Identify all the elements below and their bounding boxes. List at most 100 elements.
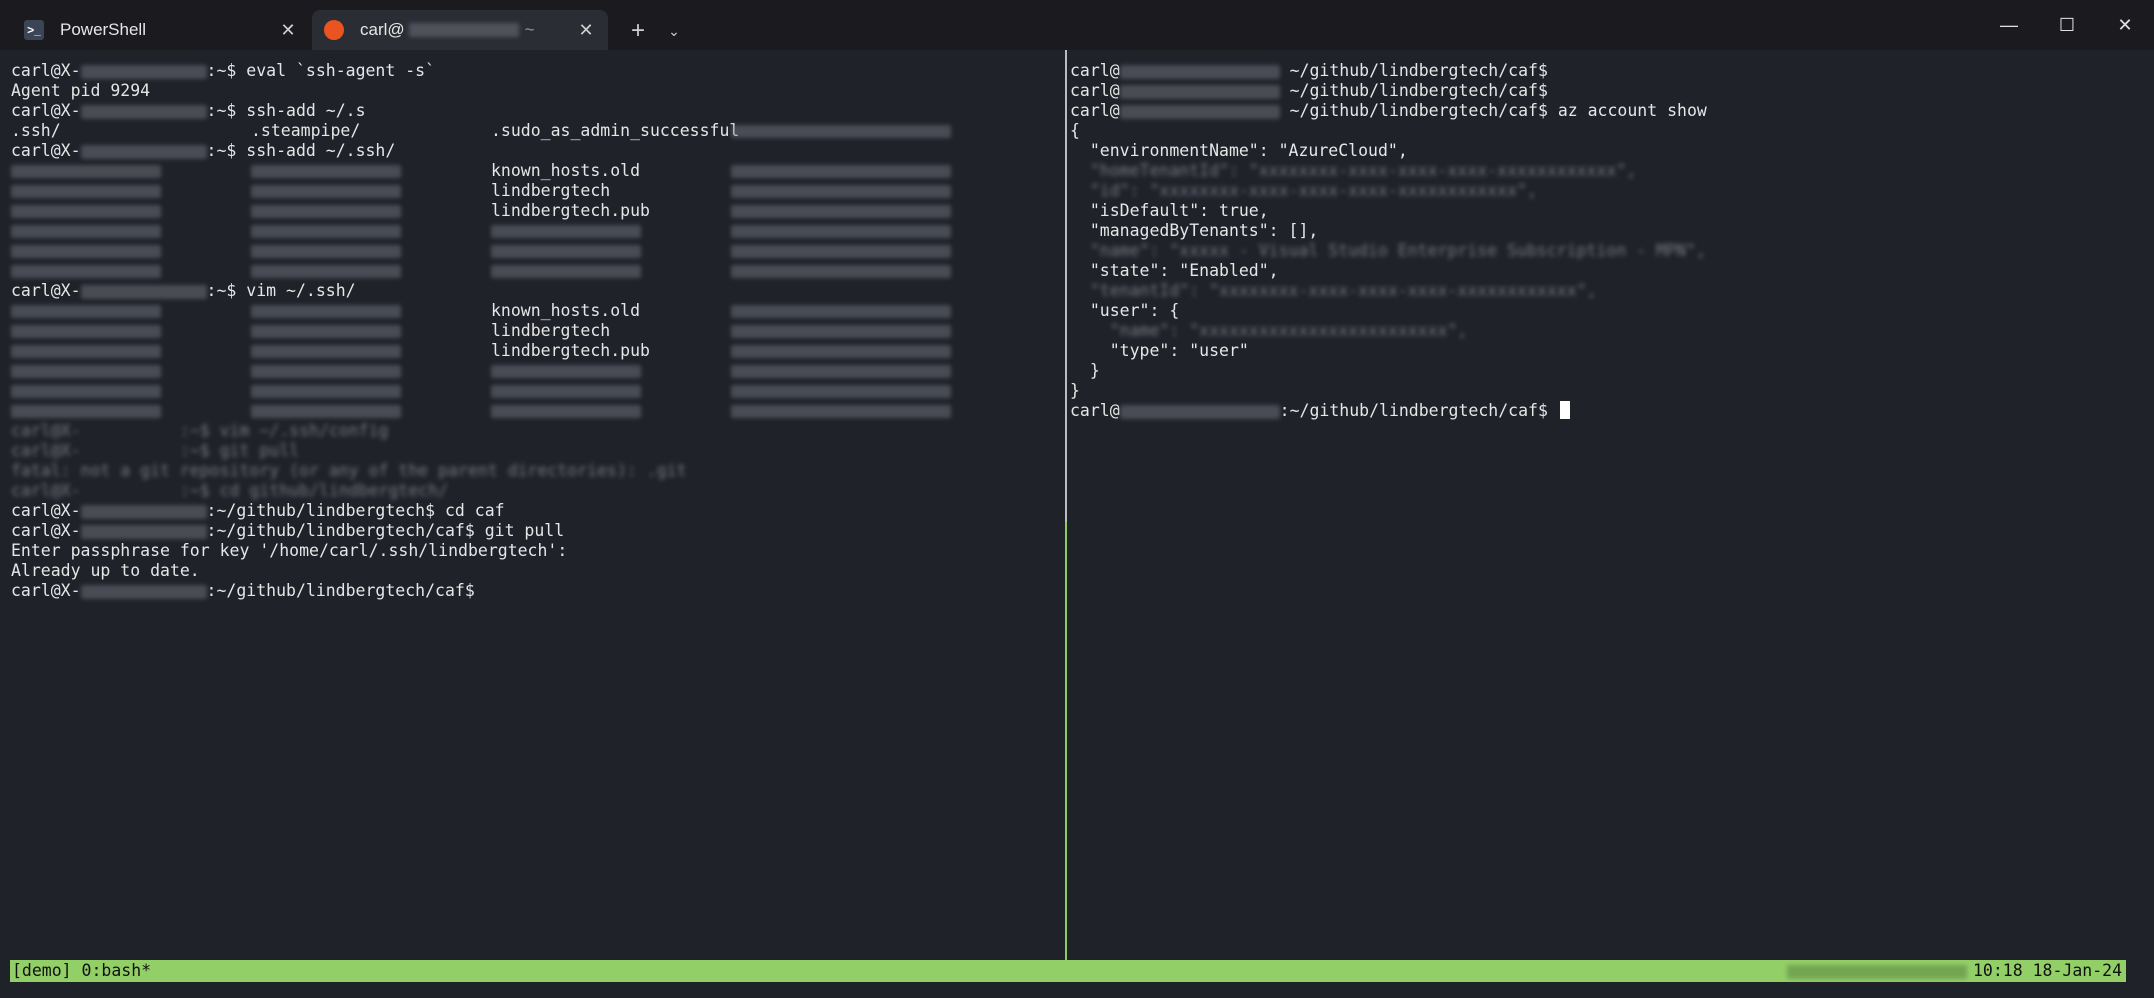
output-text: Already up to date. [11, 561, 200, 580]
prompt-user: carl@X- [11, 281, 81, 300]
redacted-line: carl@X- :~$ cd github/lindbergtech/ [11, 481, 449, 500]
prompt-path: :~$ [206, 281, 237, 300]
terminal-line: carl@X- :~$ vim ~/.ssh/ [11, 281, 1064, 301]
terminal-line: lindbergtech [11, 321, 1064, 341]
minimize-button[interactable]: — [1986, 8, 2032, 42]
file-entry: lindbergtech.pub [491, 341, 650, 360]
prompt-user: carl@ [1070, 101, 1120, 120]
redacted-hostname [80, 64, 207, 79]
terminal-line [11, 401, 1064, 421]
file-entry: known_hosts.old [491, 301, 641, 320]
redacted-file-entry [731, 125, 951, 138]
prompt-user: carl@X- [11, 141, 81, 160]
tab-powershell[interactable]: >_ PowerShell ✕ [10, 10, 310, 50]
terminal-line: carl@X-:~$ eval `ssh-agent -s` [11, 61, 1064, 81]
redacted-file-entry [491, 365, 641, 378]
prompt-path: ~/github/lindbergtech/caf$ [1279, 101, 1548, 120]
redacted-file-entry [731, 265, 951, 278]
terminal-line: "user": { [1070, 301, 2154, 321]
prompt-path: :~$ [206, 61, 237, 80]
terminal-line: carl@X-:~/github/lindbergtech$ cd caf [11, 501, 1064, 521]
redacted-file-entry [11, 365, 161, 378]
redacted-file-entry [11, 245, 161, 258]
terminal-line: "managedByTenants": [], [1070, 221, 2154, 241]
redacted-hostname [80, 584, 207, 599]
terminal-line: lindbergtech.pub [11, 341, 1064, 361]
redacted-file-entry [731, 305, 951, 318]
terminal-pane-right[interactable]: carl@ ~/github/lindbergtech/caf$ carl@ ~/… [1068, 50, 2154, 960]
prompt-user: carl@X- [11, 101, 81, 120]
terminal-line: "name": "xxxxxxxxxxxxxxxxxxxxxxxxx", [1070, 321, 2154, 341]
maximize-button[interactable]: ☐ [2044, 8, 2090, 42]
powershell-icon: >_ [24, 20, 44, 40]
file-entry: .ssh/ [11, 121, 61, 140]
terminal-line [11, 241, 1064, 261]
prompt-path: :~$ [206, 141, 237, 160]
redacted-file-entry [251, 165, 401, 178]
terminal-line: known_hosts.old [11, 161, 1064, 181]
terminal-line: "type": "user" [1070, 341, 2154, 361]
redacted-file-entry [251, 405, 401, 418]
redacted-file-entry [251, 325, 401, 338]
redacted-file-entry [491, 225, 641, 238]
chevron-down-icon[interactable]: ⌄ [660, 18, 688, 44]
redacted-file-entry [491, 265, 641, 278]
redacted-file-entry [11, 225, 161, 238]
terminal-line: "homeTenantId": "xxxxxxxx-xxxx-xxxx-xxxx… [1070, 161, 2154, 181]
redacted-file-entry [731, 325, 951, 338]
terminal-line: "name": "xxxxx - Visual Studio Enterpris… [1070, 241, 2154, 261]
command-text: ssh-add ~/.ssh/ [236, 141, 396, 160]
output-text: "isDefault": true, [1070, 201, 1269, 220]
redacted-file-entry [491, 385, 641, 398]
redacted-hostname [80, 104, 207, 119]
redacted-file-entry [251, 185, 401, 198]
redacted-file-entry [251, 245, 401, 258]
terminal-line: carl@X- :~$ git pull [11, 441, 1064, 461]
file-entry: .steampipe/ [251, 121, 361, 140]
redacted-hostname [80, 524, 207, 539]
terminal-line: carl@ ~/github/lindbergtech/caf$ [1070, 81, 2154, 101]
new-tab-button[interactable]: + [624, 18, 652, 44]
redacted-line: "name": "xxxxx - Visual Studio Enterpris… [1070, 241, 1706, 260]
tab-separator: ~ [524, 20, 535, 39]
redacted-file-entry [731, 365, 951, 378]
terminal-line: } [1070, 361, 2154, 381]
output-text: "user": { [1070, 301, 1180, 320]
tab-label: carl@ [360, 20, 405, 39]
tmux-status-bar: [demo] 0:bash* 10:18 18-Jan-24 [10, 960, 2126, 982]
command-text: vim ~/.ssh/ [236, 281, 356, 300]
output-text: "environmentName": "AzureCloud", [1070, 141, 1408, 160]
close-tab-icon[interactable]: ✕ [576, 20, 596, 40]
terminal-line [11, 361, 1064, 381]
output-text: Agent pid 9294 [11, 81, 151, 100]
command-text: az account show [1547, 101, 1707, 120]
terminal-line: Already up to date. [11, 561, 1064, 581]
pane-divider[interactable] [1065, 50, 1067, 960]
redacted-file-entry [731, 385, 951, 398]
terminal-pane-left[interactable]: carl@X-:~$ eval `ssh-agent -s` Agent pid … [0, 50, 1064, 960]
terminal-line: Enter passphrase for key '/home/carl/.ss… [11, 541, 1064, 561]
redacted-hostname [80, 284, 207, 299]
close-tab-icon[interactable]: ✕ [278, 20, 298, 40]
prompt-path: :~/github/lindbergtech/caf$ [206, 581, 475, 600]
prompt-path: ~/github/lindbergtech/caf$ [1279, 81, 1548, 100]
redacted-file-entry [731, 405, 951, 418]
redacted-file-entry [251, 265, 401, 278]
redacted-hostname [1119, 104, 1280, 119]
prompt-user: carl@ [1070, 81, 1120, 100]
prompt-user: carl@X- [11, 581, 81, 600]
redacted-hostname [1786, 964, 1967, 979]
terminal-line: .ssh/ .steampipe/ .sudo_as_admin_successfu… [11, 121, 1064, 141]
terminal-line: Agent pid 9294 [11, 81, 1064, 101]
status-time: 10:18 [1972, 961, 2023, 980]
redacted-file-entry [491, 245, 641, 258]
terminal-line: carl@:~/github/lindbergtech/caf$ [1070, 401, 2154, 421]
close-window-button[interactable]: ✕ [2102, 8, 2148, 42]
terminal-line: carl@X- :~$ cd github/lindbergtech/ [11, 481, 1064, 501]
terminal-line: "tenantId": "xxxxxxxx-xxxx-xxxx-xxxx-xxx… [1070, 281, 2154, 301]
redacted-line: "homeTenantId": "xxxxxxxx-xxxx-xxxx-xxxx… [1070, 161, 1637, 180]
terminal-line: "isDefault": true, [1070, 201, 2154, 221]
prompt-user: carl@ [1070, 61, 1120, 80]
tab-ubuntu[interactable]: carl@ ~ ✕ [312, 10, 608, 50]
redacted-file-entry [11, 165, 161, 178]
